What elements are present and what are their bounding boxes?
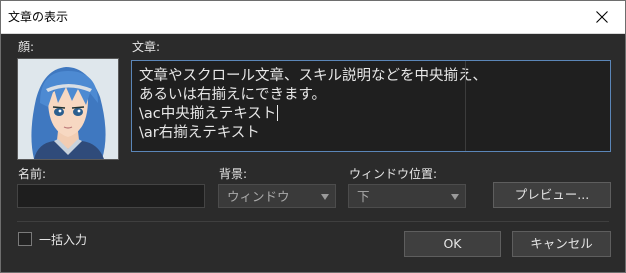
preview-button[interactable]: プレビュー... [493, 182, 611, 208]
message-line: 文章やスクロール文章、スキル説明などを中央揃え、 [139, 68, 487, 84]
message-label: 文章: [132, 40, 161, 54]
close-icon [596, 11, 608, 23]
window-title: 文章の表示 [8, 10, 69, 24]
message-line: あるいは右揃えにできます。 [139, 87, 327, 103]
background-label: 背景: [219, 167, 248, 181]
show-text-dialog: 文章の表示 顔: 文章: 文章やスクロール文章、スキル説明などを中央揃え、 ある… [0, 0, 626, 273]
title-bar: 文章の表示 [1, 1, 625, 34]
message-line: \ar右揃えテキスト [139, 125, 260, 141]
batch-input-label: 一括入力 [39, 233, 88, 247]
name-label: 名前: [18, 167, 47, 181]
face-label: 顔: [18, 40, 35, 54]
background-select[interactable]: ウィンドウ [218, 184, 336, 208]
name-input[interactable] [17, 184, 205, 208]
dialog-body: 顔: 文章: 文章やスクロール文章、スキル説明などを中央揃え、 あるいは右揃えに… [1, 34, 625, 272]
window-position-select-value: 下 [357, 189, 370, 204]
cancel-button[interactable]: キャンセル [512, 231, 611, 257]
text-width-guide [465, 61, 466, 151]
message-line: \ac中央揃えテキスト [139, 105, 610, 124]
close-button[interactable] [579, 1, 625, 33]
face-portrait [18, 59, 118, 159]
window-position-label: ウィンドウ位置: [349, 167, 438, 181]
chevron-down-icon [451, 194, 459, 200]
separator [17, 221, 609, 222]
face-image-box[interactable] [17, 58, 119, 160]
text-cursor [277, 105, 279, 121]
background-select-value: ウィンドウ [227, 189, 290, 204]
ok-button[interactable]: OK [404, 231, 501, 257]
message-textarea[interactable]: 文章やスクロール文章、スキル説明などを中央揃え、 あるいは右揃えにできます。 \… [131, 60, 611, 152]
message-line-text: \ac中央揃えテキスト [139, 106, 277, 122]
chevron-down-icon [321, 194, 329, 200]
window-position-select[interactable]: 下 [348, 184, 466, 208]
batch-input-checkbox[interactable] [18, 232, 32, 246]
